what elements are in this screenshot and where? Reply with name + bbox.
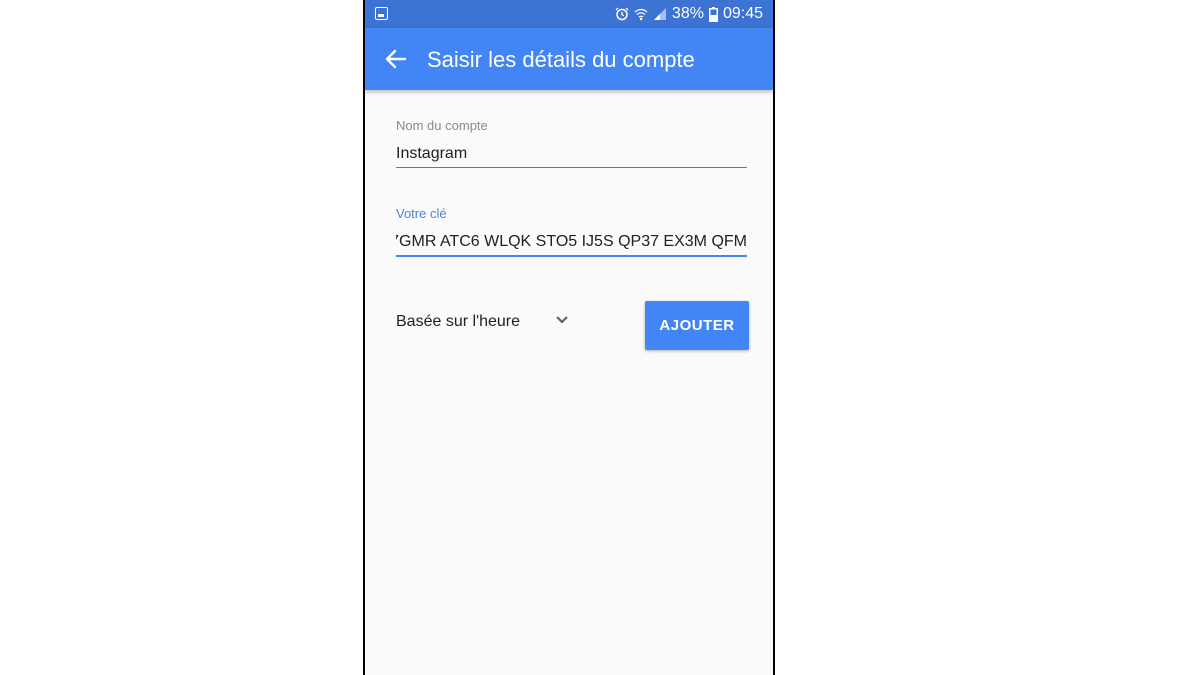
account-name-label: Nom du compte — [396, 118, 488, 133]
account-name-underline — [396, 167, 747, 168]
key-underline — [396, 255, 747, 257]
add-button[interactable]: AJOUTER — [645, 301, 749, 350]
page-title: Saisir les détails du compte — [427, 47, 695, 72]
signal-icon — [653, 8, 666, 20]
account-name-input[interactable]: Instagram — [396, 144, 747, 164]
app-screen: 38% 09:45 Saisir les détails du compte N… — [365, 0, 773, 675]
arrow-back-icon[interactable] — [385, 49, 407, 69]
key-type-value: Basée sur l'heure — [396, 313, 521, 330]
key-type-dropdown[interactable]: Basée sur l'heure — [396, 312, 572, 334]
account-name-field[interactable]: Nom du compte Instagram — [396, 118, 747, 168]
alarm-icon — [615, 7, 629, 21]
battery-percent: 38% — [671, 5, 704, 22]
key-input[interactable]: 7GMR ATC6 WLQK STO5 IJ5S QP37 EX3M QFM — [396, 232, 747, 252]
phone-frame: 38% 09:45 Saisir les détails du compte N… — [363, 0, 775, 675]
status-indicators: 38% 09:45 — [615, 4, 763, 24]
status-bar: 38% 09:45 — [365, 0, 773, 28]
key-label: Votre clé — [396, 206, 447, 221]
battery-icon — [708, 6, 718, 22]
image-notification-icon — [375, 7, 388, 20]
app-bar: Saisir les détails du compte — [365, 28, 773, 90]
clock: 09:45 — [722, 5, 763, 22]
chevron-down-icon — [556, 316, 568, 324]
key-field[interactable]: Votre clé 7GMR ATC6 WLQK STO5 IJ5S QP37 … — [396, 206, 747, 257]
wifi-icon — [634, 8, 648, 21]
